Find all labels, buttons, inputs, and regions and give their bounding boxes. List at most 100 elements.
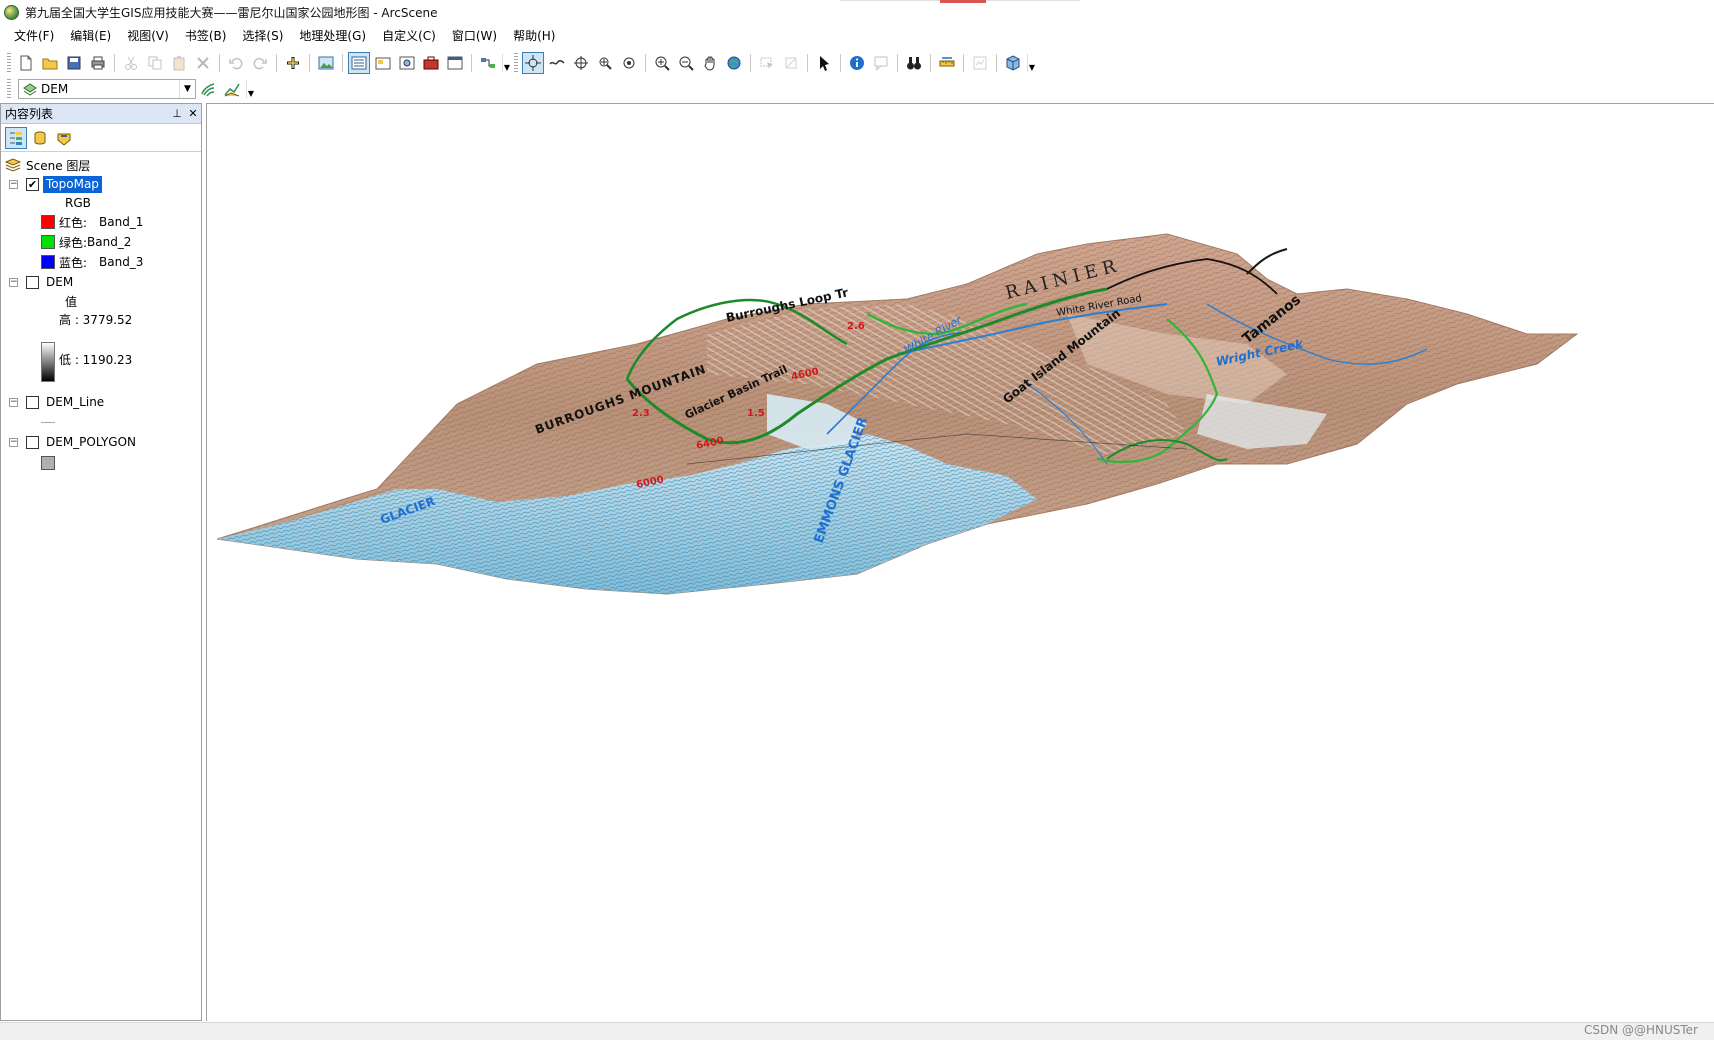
layer-row-topomap[interactable]: − ✔ TopoMap	[9, 175, 102, 193]
full-extent-button[interactable]	[723, 52, 745, 74]
menu-windows[interactable]: 窗口(W)	[444, 25, 505, 47]
chevron-down-icon[interactable]: ▼	[179, 80, 195, 98]
title-bar: 第九届全国大学生GIS应用技能大赛——雷尼尔山国家公园地形图 - ArcScen…	[0, 0, 1714, 24]
select-features-button[interactable]	[756, 52, 778, 74]
scene-properties-button[interactable]	[969, 52, 991, 74]
toolbar-separator	[807, 54, 808, 72]
print-button[interactable]	[87, 52, 109, 74]
toolbar-separator	[930, 54, 931, 72]
collapse-icon[interactable]: −	[9, 277, 18, 287]
layer-name-topomap[interactable]: TopoMap	[43, 175, 102, 193]
select-elements-button[interactable]	[813, 52, 835, 74]
layer-combobox[interactable]: DEM ▼	[18, 79, 196, 99]
window-title: 第九届全国大学生GIS应用技能大赛——雷尼尔山国家公园地形图 - ArcScen…	[25, 5, 438, 20]
3d-effects-button[interactable]	[1002, 52, 1024, 74]
clear-selection-button[interactable]	[780, 52, 802, 74]
menu-file[interactable]: 文件(F)	[6, 25, 62, 47]
close-icon[interactable]: ✕	[185, 107, 201, 120]
model-builder-button[interactable]	[477, 52, 499, 74]
set-observer-button[interactable]	[618, 52, 640, 74]
layer-name-dem-line[interactable]: DEM_Line	[43, 394, 107, 411]
delete-button[interactable]	[192, 52, 214, 74]
undo-button[interactable]	[225, 52, 247, 74]
info-icon	[850, 56, 864, 70]
save-button[interactable]	[63, 52, 85, 74]
observer-icon	[623, 57, 635, 69]
open-button[interactable]	[39, 52, 61, 74]
copy-button[interactable]	[144, 52, 166, 74]
elevation-color-ramp	[41, 342, 55, 382]
redo-button[interactable]	[249, 52, 271, 74]
new-document-button[interactable]	[15, 52, 37, 74]
add-basemap-button[interactable]	[315, 52, 337, 74]
list-by-visibility-button[interactable]	[53, 127, 75, 149]
layer-visibility-checkbox-dem-line[interactable]	[26, 395, 39, 409]
arrow-pointer-icon	[820, 56, 829, 71]
layer-name-dem[interactable]: DEM	[43, 274, 76, 291]
pan-button[interactable]	[699, 52, 721, 74]
toolbar-overflow-button[interactable]: ▼	[246, 80, 255, 98]
menu-customize[interactable]: 自定义(C)	[374, 25, 444, 47]
zoom-out-button[interactable]	[675, 52, 697, 74]
layer-row-dem[interactable]: − DEM	[9, 273, 76, 291]
python-window-button[interactable]	[444, 52, 466, 74]
collapse-icon[interactable]: −	[9, 397, 18, 407]
measure-button[interactable]	[936, 52, 958, 74]
catalog-window-button[interactable]	[372, 52, 394, 74]
interpolate-line-button[interactable]	[221, 78, 243, 100]
new-document-icon	[20, 55, 32, 71]
list-by-drawing-order-button[interactable]	[5, 126, 27, 149]
terrain-3d-render[interactable]: RAINIER White River Road White River Bur…	[207, 104, 1714, 1021]
add-data-button[interactable]	[282, 52, 304, 74]
html-popup-button[interactable]	[870, 52, 892, 74]
toolbar-overflow-button[interactable]: ▼	[1027, 54, 1036, 72]
title-accent-mark	[940, 0, 986, 3]
find-button[interactable]	[903, 52, 925, 74]
zoom-in-button[interactable]	[651, 52, 673, 74]
layer-visibility-checkbox-topomap[interactable]: ✔	[26, 177, 39, 191]
menu-selection[interactable]: 选择(S)	[234, 25, 291, 47]
toolbar-overflow-button[interactable]: ▼	[502, 54, 511, 72]
scene-layers-root[interactable]: Scene 图层	[5, 156, 90, 174]
search-window-button[interactable]	[396, 52, 418, 74]
collapse-icon[interactable]: −	[9, 437, 18, 447]
menu-view[interactable]: 视图(V)	[119, 25, 177, 47]
binoculars-icon	[907, 57, 921, 70]
cut-button[interactable]	[120, 52, 142, 74]
toolbar-separator	[840, 54, 841, 72]
layer-visibility-icon	[57, 133, 71, 146]
fly-tool-button[interactable]	[546, 52, 568, 74]
toolbar-grip[interactable]	[7, 79, 11, 99]
layer-name-dem-polygon[interactable]: DEM_POLYGON	[43, 434, 139, 451]
navigate-crosshair-icon	[525, 55, 541, 71]
menu-help[interactable]: 帮助(H)	[505, 25, 563, 47]
target-center-button[interactable]	[570, 52, 592, 74]
navigate-tool-button[interactable]	[522, 52, 544, 74]
paste-button[interactable]	[168, 52, 190, 74]
contour-tool-button[interactable]	[197, 78, 219, 100]
identify-button[interactable]	[846, 52, 868, 74]
zoom-to-target-button[interactable]	[594, 52, 616, 74]
layer-visibility-checkbox-dem-polygon[interactable]	[26, 435, 39, 449]
menu-bookmarks[interactable]: 书签(B)	[177, 25, 235, 47]
green-swatch	[41, 235, 55, 249]
pin-icon[interactable]: ⊥	[169, 107, 185, 120]
menu-edit[interactable]: 编辑(E)	[62, 25, 119, 47]
arctoolbox-button[interactable]	[420, 52, 442, 74]
toolbox-icon	[423, 56, 439, 70]
toolbar-grip[interactable]	[7, 53, 11, 73]
list-by-source-button[interactable]	[29, 127, 51, 149]
layer-combobox-value: DEM	[41, 82, 69, 96]
scene-view[interactable]: RAINIER White River Road White River Bur…	[206, 103, 1714, 1021]
toolbar-grip[interactable]	[514, 53, 518, 73]
command-window-icon	[447, 56, 463, 70]
menu-geoprocessing[interactable]: 地理处理(G)	[291, 25, 374, 47]
scene-properties-icon	[973, 56, 987, 70]
layer-visibility-checkbox-dem[interactable]	[26, 275, 39, 289]
drawing-order-icon	[10, 131, 22, 145]
layer-row-dem-line[interactable]: − DEM_Line	[9, 393, 107, 411]
layer-row-dem-polygon[interactable]: − DEM_POLYGON	[9, 433, 139, 451]
collapse-icon[interactable]: −	[9, 179, 18, 189]
red-swatch	[41, 215, 55, 229]
toc-window-button[interactable]	[348, 52, 370, 74]
